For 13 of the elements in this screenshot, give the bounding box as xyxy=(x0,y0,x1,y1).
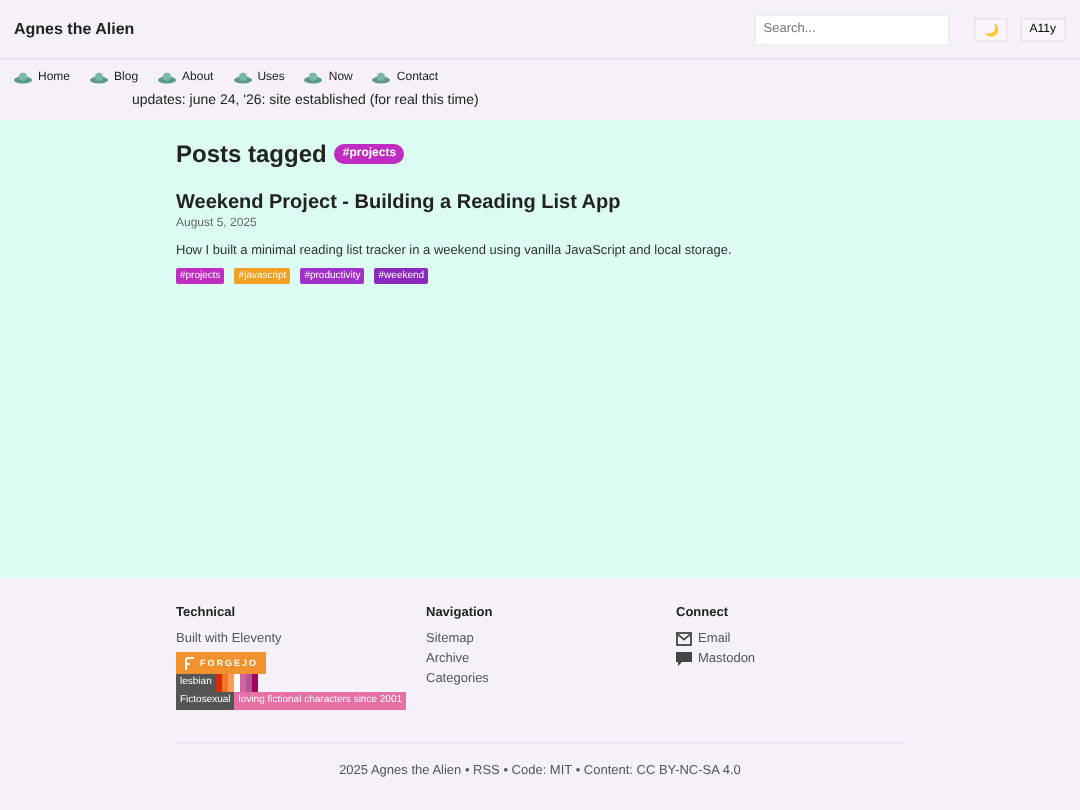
flag-stripes-icon xyxy=(215,674,258,692)
post-title[interactable]: Weekend Project - Building a Reading List App xyxy=(176,192,904,214)
spaceship-icon xyxy=(90,72,109,84)
spaceship-icon xyxy=(304,72,323,84)
page-heading: Posts tagged xyxy=(176,140,327,168)
site-title[interactable]: Agnes the Alien xyxy=(14,20,742,38)
spaceship-icon xyxy=(372,72,391,84)
chat-bubble-icon xyxy=(676,652,692,666)
spaceship-icon xyxy=(158,72,177,84)
spaceship-icon xyxy=(233,72,252,84)
mail-icon xyxy=(676,632,692,646)
spaceship-icon xyxy=(14,72,32,84)
forgejo-icon xyxy=(184,656,194,670)
